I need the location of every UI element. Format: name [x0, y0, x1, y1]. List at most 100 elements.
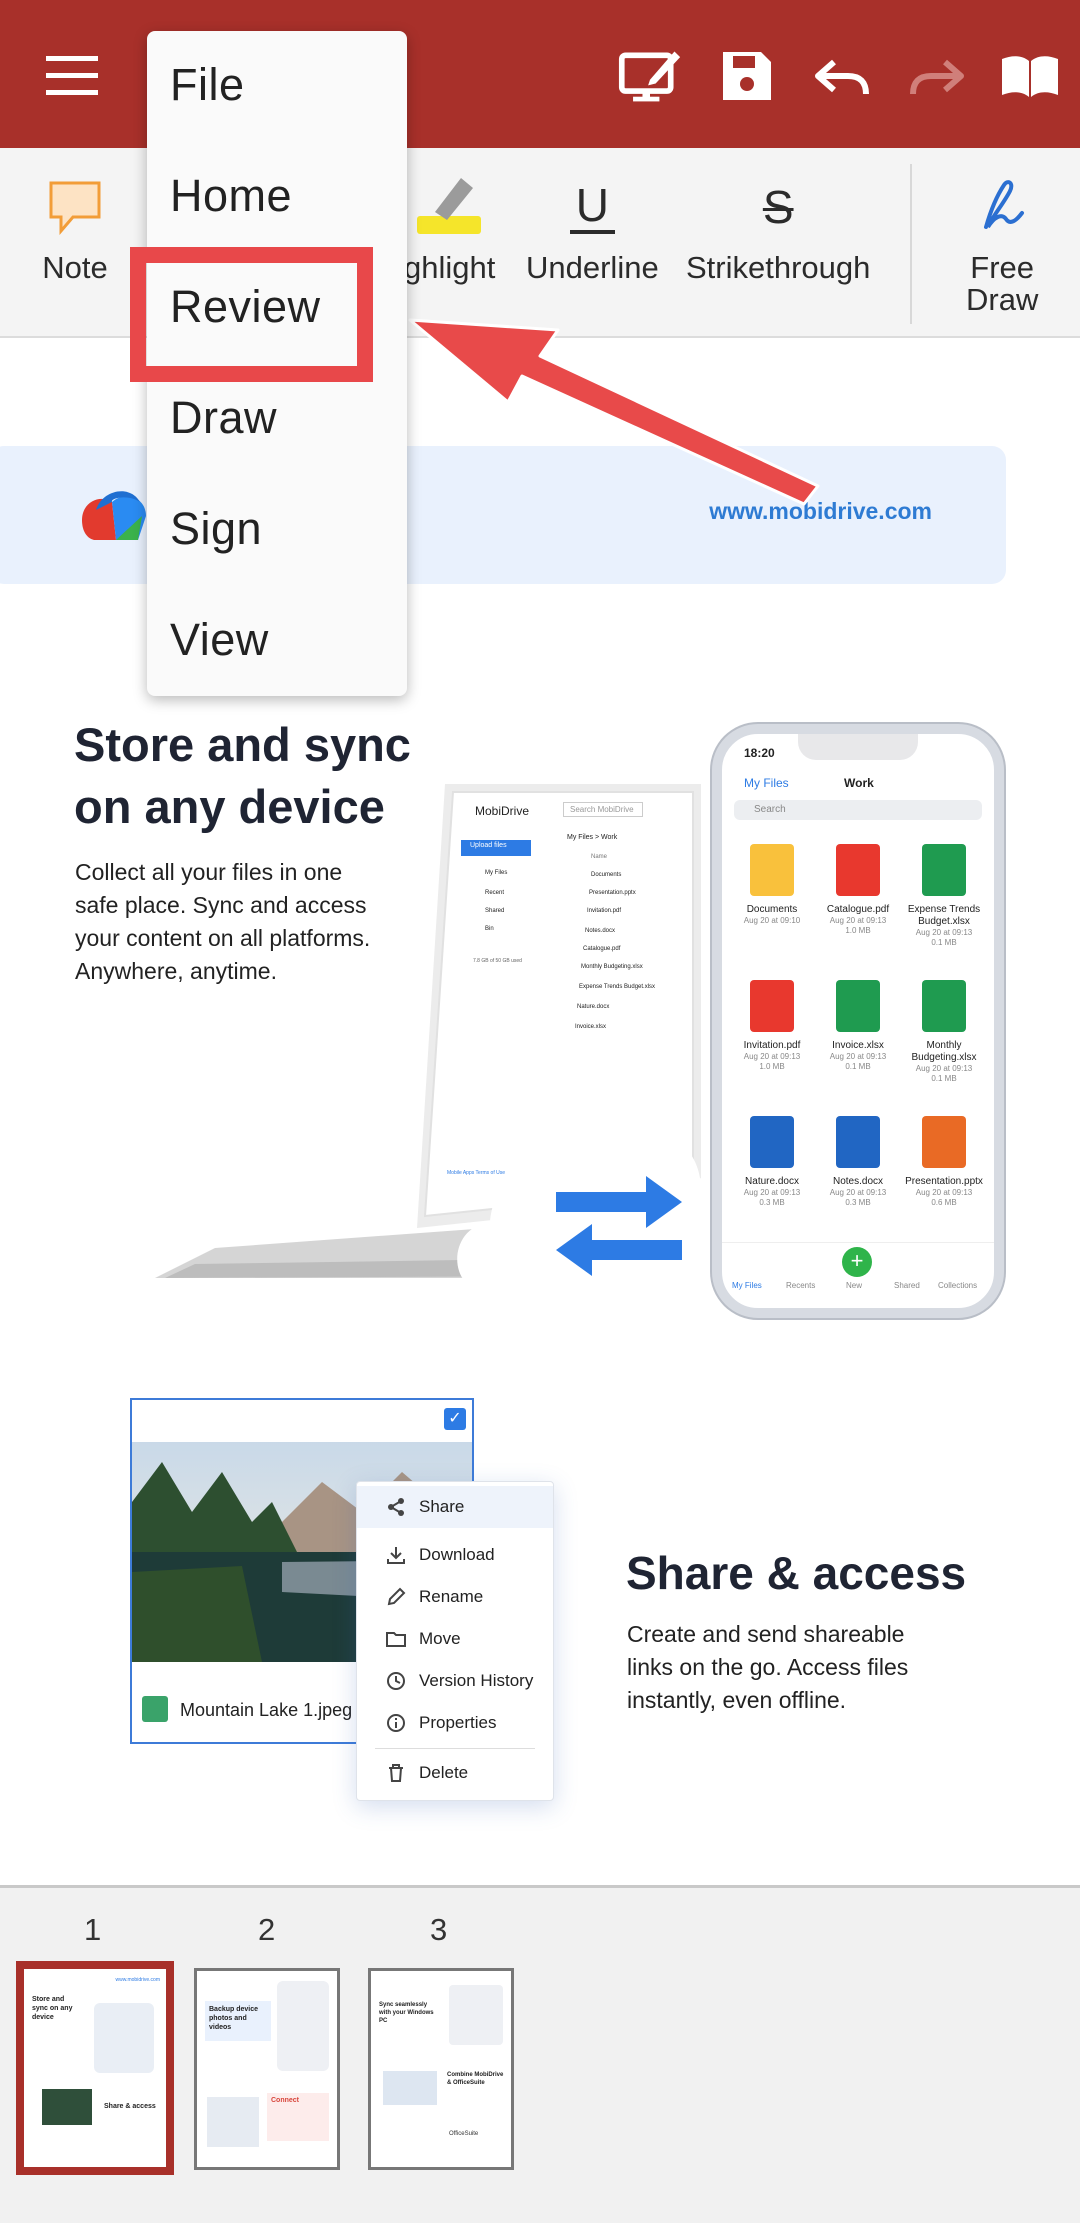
thumb-number-1: 1 — [84, 1912, 102, 1947]
folder-move-icon — [385, 1628, 407, 1650]
thumb-number-3: 3 — [430, 1912, 448, 1947]
phone-illustration: 18:20 My Files Work Search Documents Aug… — [712, 724, 1004, 1318]
context-divider — [375, 1748, 535, 1749]
phone-file-nature: Nature.docx Aug 20 at 09:13 0.3 MB — [730, 1116, 814, 1208]
laptop-sidebar-shared: Shared — [485, 908, 505, 914]
laptop-sidebar-recent: Recent — [485, 890, 505, 896]
laptop-logo: MobiDrive — [475, 804, 530, 818]
underline-icon: U — [569, 180, 615, 234]
context-rename[interactable]: Rename — [357, 1576, 553, 1618]
laptop-search: Search MobiDrive — [563, 802, 643, 817]
laptop-file-3: Invitation.pdf — [587, 908, 622, 914]
underline-label: Underline — [526, 250, 659, 285]
ribbon-divider — [910, 164, 912, 324]
laptop-col-name: Name — [591, 854, 608, 860]
laptop-file-4: Notes.docx — [585, 928, 616, 934]
redo-icon[interactable] — [905, 44, 969, 108]
info-icon — [385, 1712, 407, 1734]
phone-search: Search — [734, 800, 982, 820]
free-draw-tool[interactable]: Free Draw — [966, 172, 1038, 316]
laptop-file-2: Presentation.pptx — [589, 890, 636, 896]
phone-tab-collections: Collections — [938, 1281, 978, 1290]
section2-body-line1: Create and send shareable — [627, 1621, 905, 1647]
page-thumbnail-3[interactable]: Sync seamlessly with your Windows PC Com… — [368, 1968, 514, 2170]
history-icon — [385, 1670, 407, 1692]
download-icon — [385, 1544, 407, 1566]
page-thumbnail-strip: 1 2 3 www.mobidrive.com Store and sync o… — [0, 1885, 1080, 2223]
image-file-icon — [142, 1696, 168, 1722]
laptop-file-5: Catalogue.pdf — [583, 946, 621, 952]
section2-title: Share & access — [626, 1547, 967, 1599]
highlighter-icon — [416, 178, 481, 234]
context-share[interactable]: Share — [357, 1486, 553, 1528]
laptop-sidebar-bin: Bin — [485, 926, 494, 932]
menu-item-draw[interactable]: Draw — [170, 392, 277, 444]
phone-tab-new: New — [846, 1281, 863, 1290]
laptop-storage: 7.8 GB of 50 GB used — [473, 958, 522, 964]
section2-body-line2: links on the go. Access files — [627, 1654, 909, 1680]
pen-scribble-icon — [984, 180, 1025, 229]
context-properties[interactable]: Properties — [357, 1702, 553, 1744]
strikethrough-label: Strikethrough — [686, 250, 871, 285]
section2-body-line3: instantly, even offline. — [627, 1687, 847, 1713]
menu-item-view[interactable]: View — [170, 614, 269, 666]
laptop-file-9: Invoice.xlsx — [575, 1024, 607, 1030]
highlight-label: ghlight — [404, 250, 496, 285]
mobidrive-logo-icon — [82, 491, 146, 540]
share-icon — [385, 1496, 407, 1518]
laptop-file-8: Nature.docx — [577, 1004, 610, 1010]
rename-icon — [385, 1586, 407, 1608]
laptop-file-1: Documents — [591, 872, 622, 878]
section1-title-line1: Store and sync — [74, 718, 411, 771]
phone-file-monthly-budgeting: Monthly Budgeting.xlsx Aug 20 at 09:13 0… — [902, 980, 986, 1084]
page-thumbnail-2[interactable]: Backup device photos and videos Connect — [194, 1968, 340, 2170]
laptop-sidebar-my-files: My Files — [485, 870, 508, 876]
review-highlight-box — [130, 247, 373, 382]
laptop-upload-button: Upload files — [470, 842, 507, 849]
phone-time: 18:20 — [744, 746, 775, 760]
phone-file-presentation: Presentation.pptx Aug 20 at 09:13 0.6 MB — [902, 1116, 986, 1208]
menu-icon[interactable] — [40, 44, 104, 108]
note-tool[interactable]: Note — [40, 172, 110, 284]
highlight-tool[interactable]: ghlight — [404, 172, 495, 284]
context-delete[interactable]: Delete — [357, 1752, 553, 1794]
file-context-menu: Share Download Rename Move Version Histo… — [356, 1481, 554, 1801]
free-draw-label: Free Draw — [966, 250, 1039, 317]
menu-item-home[interactable]: Home — [170, 170, 292, 222]
menu-item-sign[interactable]: Sign — [170, 503, 262, 555]
undo-icon[interactable] — [810, 44, 874, 108]
phone-tabbar: My Files Recents + New Shared Collection… — [722, 1242, 994, 1308]
phone-tab-my-files: My Files — [732, 1281, 762, 1290]
laptop-breadcrumb: My Files > Work — [567, 834, 618, 841]
photo-caption: Mountain Lake 1.jpeg — [180, 1700, 353, 1720]
callout-arrow-icon — [408, 318, 820, 506]
phone-new-button: + — [842, 1247, 872, 1277]
note-label: Note — [42, 250, 108, 285]
phone-file-catalogue: Catalogue.pdf Aug 20 at 09:13 1.0 MB — [816, 844, 900, 936]
menu-item-file[interactable]: File — [170, 59, 245, 111]
strikethrough-icon: S — [762, 181, 794, 233]
trash-icon — [385, 1762, 407, 1784]
laptop-file-7: Expense Trends Budget.xlsx — [579, 984, 656, 990]
phone-file-invoice: Invoice.xlsx Aug 20 at 09:13 0.1 MB — [816, 980, 900, 1072]
phone-back: My Files — [744, 776, 789, 790]
context-move[interactable]: Move — [357, 1618, 553, 1660]
phone-file-documents: Documents Aug 20 at 09:10 — [730, 844, 814, 926]
phone-file-invitation: Invitation.pdf Aug 20 at 09:13 1.0 MB — [730, 980, 814, 1072]
thumb-number-2: 2 — [258, 1912, 276, 1947]
phone-tab-shared: Shared — [894, 1281, 920, 1290]
save-icon[interactable] — [715, 44, 779, 108]
strikethrough-tool[interactable]: S Strikethrough — [686, 172, 870, 284]
note-icon — [49, 181, 101, 235]
laptop-file-6: Monthly Budgeting.xlsx — [581, 964, 643, 970]
page-thumbnail-1[interactable]: www.mobidrive.com Store and sync on any … — [16, 1961, 174, 2175]
phone-folder-title: Work — [844, 776, 874, 790]
phone-file-expense-trends: Expense Trends Budget.xlsx Aug 20 at 09:… — [902, 844, 986, 948]
underline-tool[interactable]: U Underline — [526, 172, 659, 284]
present-icon[interactable] — [618, 44, 682, 108]
context-version-history[interactable]: Version History — [357, 1660, 553, 1702]
phone-tab-recents: Recents — [786, 1281, 816, 1290]
context-download[interactable]: Download — [357, 1534, 553, 1576]
read-mode-icon[interactable] — [998, 44, 1062, 108]
checkbox-checked-icon: ✓ — [444, 1408, 466, 1430]
